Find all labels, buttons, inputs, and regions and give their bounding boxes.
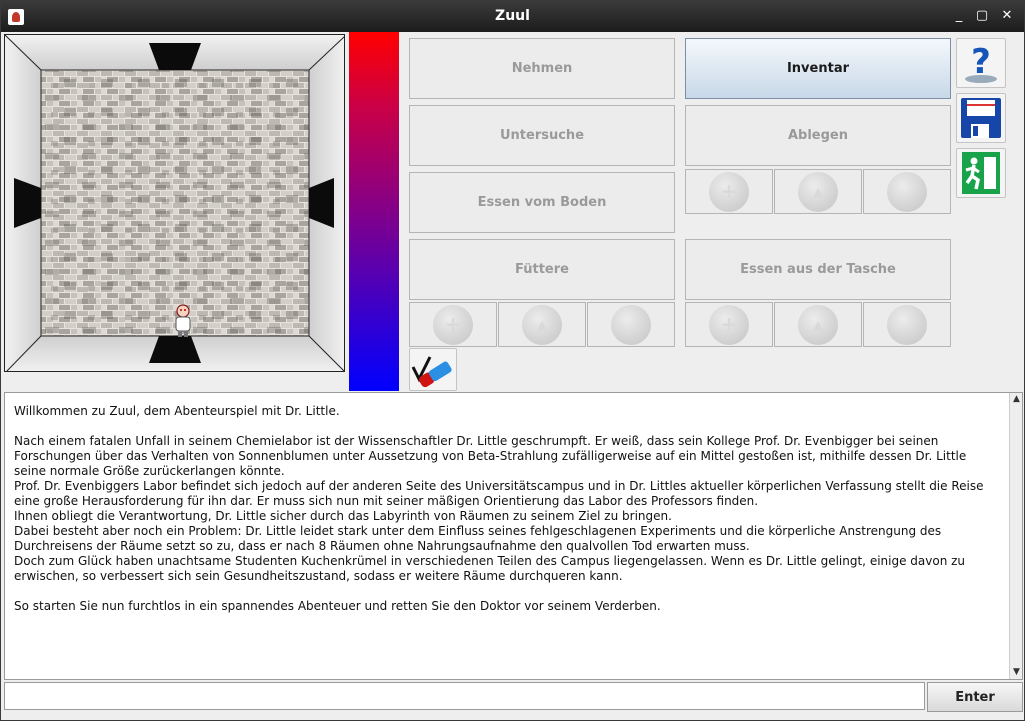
command-input[interactable]: [4, 682, 925, 710]
question-mark-icon: ?: [965, 42, 997, 83]
exit-sign-icon: [962, 152, 1000, 194]
room-graphic: [5, 35, 344, 371]
eat-from-bag-button[interactable]: Essen aus der Tasche: [685, 239, 951, 300]
scroll-up-icon[interactable]: ▲: [1012, 395, 1021, 404]
window-title: Zuul: [495, 8, 530, 24]
floppy-disk-icon: [961, 98, 1001, 138]
exit-button[interactable]: [956, 148, 1006, 198]
room-view: [4, 34, 345, 372]
drop-slot-2[interactable]: ▴: [774, 169, 862, 214]
main-window: Zuul _ ▢ ✕ Nehmen Inventar Untersuche Ab…: [0, 0, 1025, 721]
item-button[interactable]: [409, 348, 457, 391]
drop-slot-3[interactable]: [863, 169, 951, 214]
feed-slot-3[interactable]: [587, 302, 675, 347]
feed-slot-1[interactable]: +: [409, 302, 497, 347]
svg-text:?: ?: [971, 42, 991, 82]
bag-slot-3[interactable]: [863, 302, 951, 347]
eat-from-floor-button[interactable]: Essen vom Boden: [409, 172, 675, 233]
feed-button[interactable]: Füttere: [409, 239, 675, 300]
bag-slot-1[interactable]: +: [685, 302, 773, 347]
eraser-icon: [411, 356, 452, 388]
message-log-text: Willkommen zu Zuul, dem Abenteurspiel mi…: [14, 404, 984, 613]
take-button[interactable]: Nehmen: [409, 38, 675, 99]
maximize-icon[interactable]: ▢: [973, 7, 991, 25]
help-button[interactable]: ?: [956, 38, 1006, 88]
log-scrollbar[interactable]: ▲ ▼: [1009, 393, 1022, 679]
title-bar: Zuul _ ▢ ✕: [1, 1, 1024, 32]
close-icon[interactable]: ✕: [998, 7, 1016, 25]
inventory-button[interactable]: Inventar: [685, 38, 951, 99]
enter-button[interactable]: Enter: [927, 682, 1023, 712]
message-log[interactable]: Willkommen zu Zuul, dem Abenteurspiel mi…: [4, 392, 1023, 680]
examine-button[interactable]: Untersuche: [409, 105, 675, 166]
health-bar: [349, 32, 399, 391]
save-button[interactable]: [956, 93, 1006, 143]
scroll-down-icon[interactable]: ▼: [1012, 668, 1021, 677]
minimize-icon[interactable]: _: [950, 7, 968, 25]
feed-slot-2[interactable]: ▴: [498, 302, 586, 347]
bag-slot-2[interactable]: ▴: [774, 302, 862, 347]
drop-slot-1[interactable]: +: [685, 169, 773, 214]
drop-button[interactable]: Ablegen: [685, 105, 951, 166]
